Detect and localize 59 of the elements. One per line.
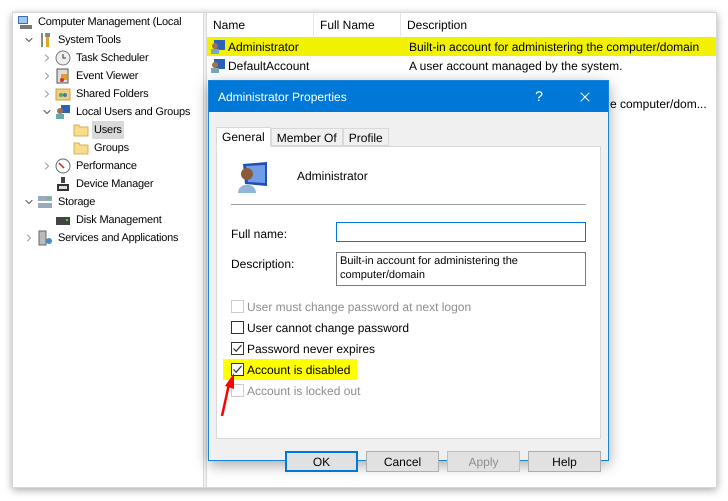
table-cell-text: DefaultAccount <box>228 58 310 74</box>
checkbox-label: Password never expires <box>247 340 376 358</box>
checkbox[interactable] <box>231 321 244 334</box>
table-row[interactable]: Administrator Built-in account for administering the computer/domain <box>207 37 716 56</box>
tab[interactable]: Member Of <box>270 128 343 146</box>
folder-icon <box>73 122 89 138</box>
tree-item[interactable]: Task Scheduler <box>74 49 150 67</box>
field-label: Description: <box>231 256 296 273</box>
log-icon <box>55 68 71 84</box>
tree-item[interactable]: System Tools <box>56 31 123 49</box>
annotation-arrow <box>219 372 237 418</box>
window-title: Administrator Properties <box>218 88 348 106</box>
user-name: Administrator <box>296 168 368 185</box>
table-cell-text: e computer/dom... <box>610 96 707 112</box>
user-account-icon <box>210 38 226 54</box>
computer-icon <box>17 14 33 30</box>
tree-item[interactable]: Local Users and Groups <box>74 103 192 121</box>
user-icon <box>237 160 270 192</box>
dialog-button[interactable]: OK <box>285 451 358 472</box>
checkbox[interactable] <box>231 363 244 376</box>
shared-folder-icon <box>55 86 71 102</box>
table-cell-text: A user account managed by the system. <box>408 58 624 74</box>
table-row[interactable]: DefaultAccount A user account managed by the system. <box>207 56 716 75</box>
column-header[interactable]: Name <box>207 13 314 36</box>
tree-item[interactable]: Device Manager <box>74 175 156 193</box>
checkbox-label: User cannot change password <box>247 320 410 336</box>
tree-item[interactable]: Groups <box>92 139 131 157</box>
dialog-button[interactable]: Cancel <box>366 451 439 472</box>
user-account-icon <box>210 58 226 74</box>
full-name-field[interactable] <box>336 222 586 242</box>
description-field[interactable]: Built-in account for administering the computer/domain <box>336 252 586 286</box>
checkbox-label: Account is disabled <box>247 362 350 378</box>
tree-item[interactable]: Computer Management (Local <box>36 13 184 31</box>
tree-item[interactable]: Shared Folders <box>74 85 150 103</box>
checkbox[interactable] <box>231 342 244 355</box>
folder-icon <box>73 140 89 156</box>
services-icon <box>37 230 53 246</box>
dialog-button[interactable]: Help <box>528 451 601 472</box>
table-cell-text: Administrator <box>228 38 299 56</box>
tree-item[interactable]: Users <box>92 121 124 139</box>
table-cell-text: Built-in account for administering the computer/domain <box>408 38 700 56</box>
help-button[interactable]: ? <box>516 81 562 112</box>
storage-icon <box>37 194 53 210</box>
checkbox-label: User must change password at next logon <box>247 298 472 316</box>
clock-icon <box>55 50 71 66</box>
column-header[interactable]: Full Name <box>314 13 401 36</box>
tree-item[interactable]: Performance <box>74 157 139 175</box>
column-header[interactable]: Description <box>401 13 716 36</box>
field-label: Full name: <box>231 226 288 243</box>
tab[interactable]: Profile <box>342 128 389 146</box>
tree-item[interactable]: Event Viewer <box>74 67 140 85</box>
checkbox-label: Account is locked out <box>247 382 360 400</box>
gauge-icon <box>55 158 71 174</box>
tree-item[interactable]: Storage <box>56 193 98 211</box>
device-icon <box>55 176 71 192</box>
tree-item[interactable]: Services and Applications <box>56 229 180 247</box>
tab[interactable]: General <box>216 127 271 147</box>
tree-item[interactable]: Disk Management <box>74 211 164 229</box>
users-icon <box>55 104 71 120</box>
